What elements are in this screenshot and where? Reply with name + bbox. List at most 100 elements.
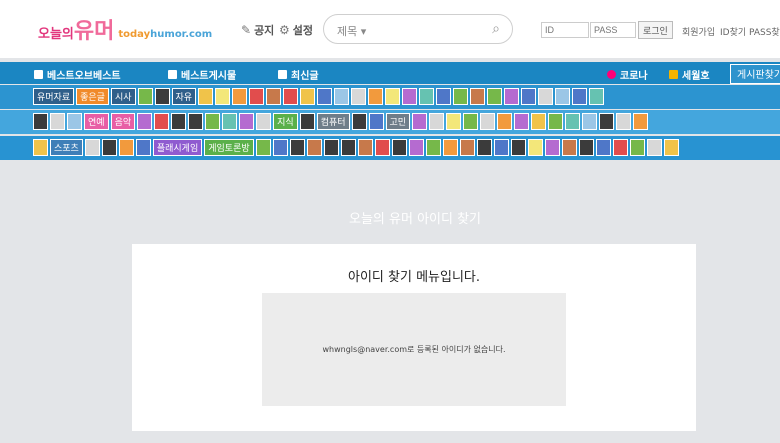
category-icon[interactable] — [188, 113, 204, 130]
category-icon[interactable] — [436, 88, 452, 105]
category-icon[interactable] — [497, 113, 513, 130]
category-icon[interactable] — [334, 88, 350, 105]
category-flash-game[interactable]: 플래시게임 — [152, 139, 203, 156]
category-icon[interactable] — [101, 139, 117, 156]
category-icon[interactable] — [368, 88, 384, 105]
category-icon[interactable] — [459, 139, 475, 156]
category-free[interactable]: 자유 — [171, 88, 197, 105]
category-computer[interactable]: 컴퓨터 — [316, 113, 350, 130]
category-icon[interactable] — [616, 113, 632, 130]
category-icon[interactable] — [50, 113, 65, 130]
category-icon[interactable] — [215, 88, 231, 105]
category-game-debate[interactable]: 게임토론방 — [204, 139, 254, 156]
category-icon[interactable] — [629, 139, 645, 156]
category-icon[interactable] — [171, 113, 187, 130]
category-icon[interactable] — [561, 139, 577, 156]
category-humor[interactable]: 유머자료 — [33, 88, 75, 105]
search-icon[interactable]: ⌕ — [492, 21, 500, 37]
category-icon[interactable] — [255, 139, 271, 156]
category-icon[interactable] — [198, 88, 214, 105]
category-icon[interactable] — [351, 113, 367, 130]
category-icon[interactable] — [84, 139, 100, 156]
category-icon[interactable] — [118, 139, 134, 156]
category-icon[interactable] — [487, 88, 503, 105]
category-icon[interactable] — [425, 139, 441, 156]
category-icon[interactable] — [33, 139, 48, 156]
category-icon[interactable] — [402, 88, 418, 105]
category-icon[interactable] — [599, 113, 615, 130]
category-icon[interactable] — [368, 113, 384, 130]
find-board-button[interactable]: 게시판찾기 — [730, 64, 780, 84]
category-icon[interactable] — [357, 139, 373, 156]
menu-best-of-best[interactable]: 베스트오브베스트 — [34, 67, 121, 82]
category-icon[interactable] — [232, 88, 248, 105]
login-pass-field[interactable] — [590, 22, 636, 38]
category-worries[interactable]: 고민 — [385, 113, 411, 130]
search-input[interactable] — [414, 22, 478, 38]
category-icon[interactable] — [300, 88, 316, 105]
category-icon[interactable] — [646, 139, 662, 156]
category-icon[interactable] — [582, 113, 598, 130]
category-icon[interactable] — [463, 113, 479, 130]
category-icon[interactable] — [555, 88, 571, 105]
category-icon[interactable] — [633, 113, 649, 130]
category-icon[interactable] — [531, 113, 547, 130]
category-icon[interactable] — [272, 139, 288, 156]
category-icon[interactable] — [256, 113, 272, 130]
category-icon[interactable] — [154, 88, 170, 105]
search-scope-select[interactable]: 제목 ▾ — [337, 23, 366, 39]
category-icon[interactable] — [510, 139, 526, 156]
category-icon[interactable] — [67, 113, 82, 130]
category-icon[interactable] — [419, 88, 435, 105]
menu-best-posts[interactable]: 베스트게시물 — [168, 67, 236, 82]
category-icon[interactable] — [527, 139, 543, 156]
category-icon[interactable] — [306, 139, 322, 156]
category-knowledge[interactable]: 지식 — [273, 113, 298, 130]
category-icon[interactable] — [249, 88, 265, 105]
category-current-affairs[interactable]: 시사 — [110, 88, 136, 105]
signup-link[interactable]: 회원가입 — [682, 25, 715, 38]
login-button[interactable]: 로그인 — [638, 21, 673, 39]
category-icon[interactable] — [589, 88, 605, 105]
category-icon[interactable] — [544, 139, 560, 156]
category-icon[interactable] — [385, 88, 401, 105]
category-icon[interactable] — [612, 139, 628, 156]
category-icon[interactable] — [205, 113, 221, 130]
category-icon[interactable] — [412, 113, 428, 130]
category-icon[interactable] — [565, 113, 581, 130]
category-icon[interactable] — [453, 88, 469, 105]
category-icon[interactable] — [374, 139, 390, 156]
category-icon[interactable] — [663, 139, 679, 156]
category-icon[interactable] — [476, 139, 492, 156]
find-pass-link[interactable]: PASS찾 — [749, 25, 780, 38]
find-id-link[interactable]: ID찾기 — [720, 25, 746, 38]
category-icon[interactable] — [521, 88, 537, 105]
category-good-writing[interactable]: 좋은글 — [76, 88, 109, 105]
login-id-field[interactable] — [541, 22, 589, 38]
category-icon[interactable] — [391, 139, 407, 156]
category-icon[interactable] — [299, 113, 315, 130]
category-icon[interactable] — [493, 139, 509, 156]
category-icon[interactable] — [578, 139, 594, 156]
category-icon[interactable] — [446, 113, 462, 130]
category-icon[interactable] — [222, 113, 238, 130]
menu-sewol[interactable]: 세월호 — [669, 67, 710, 82]
category-icon[interactable] — [289, 139, 305, 156]
category-icon[interactable] — [470, 88, 486, 105]
category-entertainment[interactable]: 연예 — [84, 113, 109, 130]
category-icon[interactable] — [340, 139, 356, 156]
category-icon[interactable] — [408, 139, 424, 156]
category-icon[interactable] — [548, 113, 564, 130]
menu-corona[interactable]: 코로나 — [607, 67, 648, 82]
category-icon[interactable] — [239, 113, 255, 130]
category-icon[interactable] — [595, 139, 611, 156]
category-icon[interactable] — [351, 88, 367, 105]
category-icon[interactable] — [538, 88, 554, 105]
settings-link[interactable]: ⚙ 설정 — [279, 22, 313, 38]
category-icon[interactable] — [283, 88, 299, 105]
category-icon[interactable] — [480, 113, 496, 130]
category-icon[interactable] — [317, 88, 333, 105]
site-logo[interactable]: 오늘의유머 todayhumor.com — [38, 15, 212, 43]
notice-link[interactable]: ✎ 공지 — [241, 22, 274, 38]
category-icon[interactable] — [442, 139, 458, 156]
